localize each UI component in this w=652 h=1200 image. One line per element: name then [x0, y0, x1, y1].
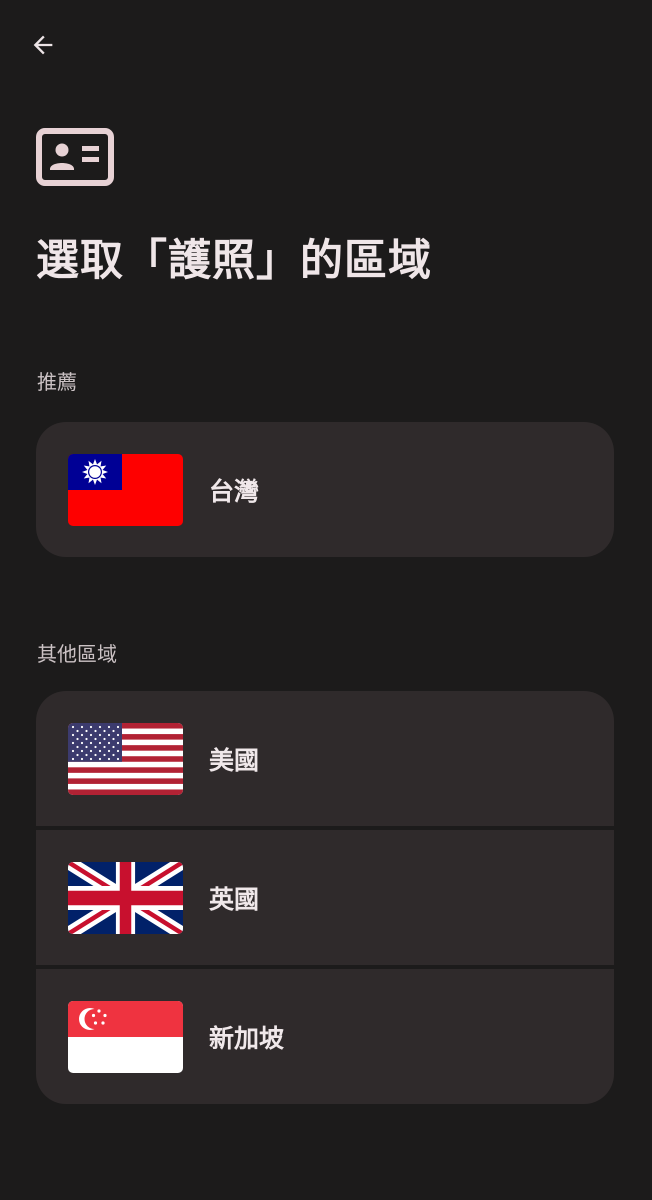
region-item-singapore[interactable]: 新加坡 — [36, 969, 614, 1104]
page-title: 選取「護照」的區域 — [36, 236, 432, 286]
recommended-section-label: 推薦 — [37, 370, 77, 394]
region-item-taiwan[interactable]: 台灣 — [36, 422, 614, 557]
region-name: 新加坡 — [209, 1023, 285, 1053]
taiwan-flag-icon — [68, 453, 183, 526]
singapore-flag-icon — [68, 1000, 183, 1073]
region-name: 台灣 — [209, 476, 260, 506]
recommended-region-list: 台灣 — [36, 422, 614, 557]
uk-flag-icon — [68, 861, 183, 934]
other-region-list: 美國 英國 新加坡 — [36, 691, 614, 1104]
id-card-icon — [36, 128, 114, 186]
region-name: 英國 — [209, 884, 260, 914]
region-selection-screen: 選取「護照」的區域 推薦 台灣 其他區域 美國 英國 新加坡 — [0, 0, 652, 1200]
other-regions-section-label: 其他區域 — [37, 642, 117, 666]
region-item-usa[interactable]: 美國 — [36, 691, 614, 826]
back-button[interactable] — [22, 24, 64, 66]
region-item-uk[interactable]: 英國 — [36, 830, 614, 965]
back-arrow-icon — [33, 35, 53, 55]
region-name: 美國 — [209, 745, 260, 775]
usa-flag-icon — [68, 722, 183, 795]
